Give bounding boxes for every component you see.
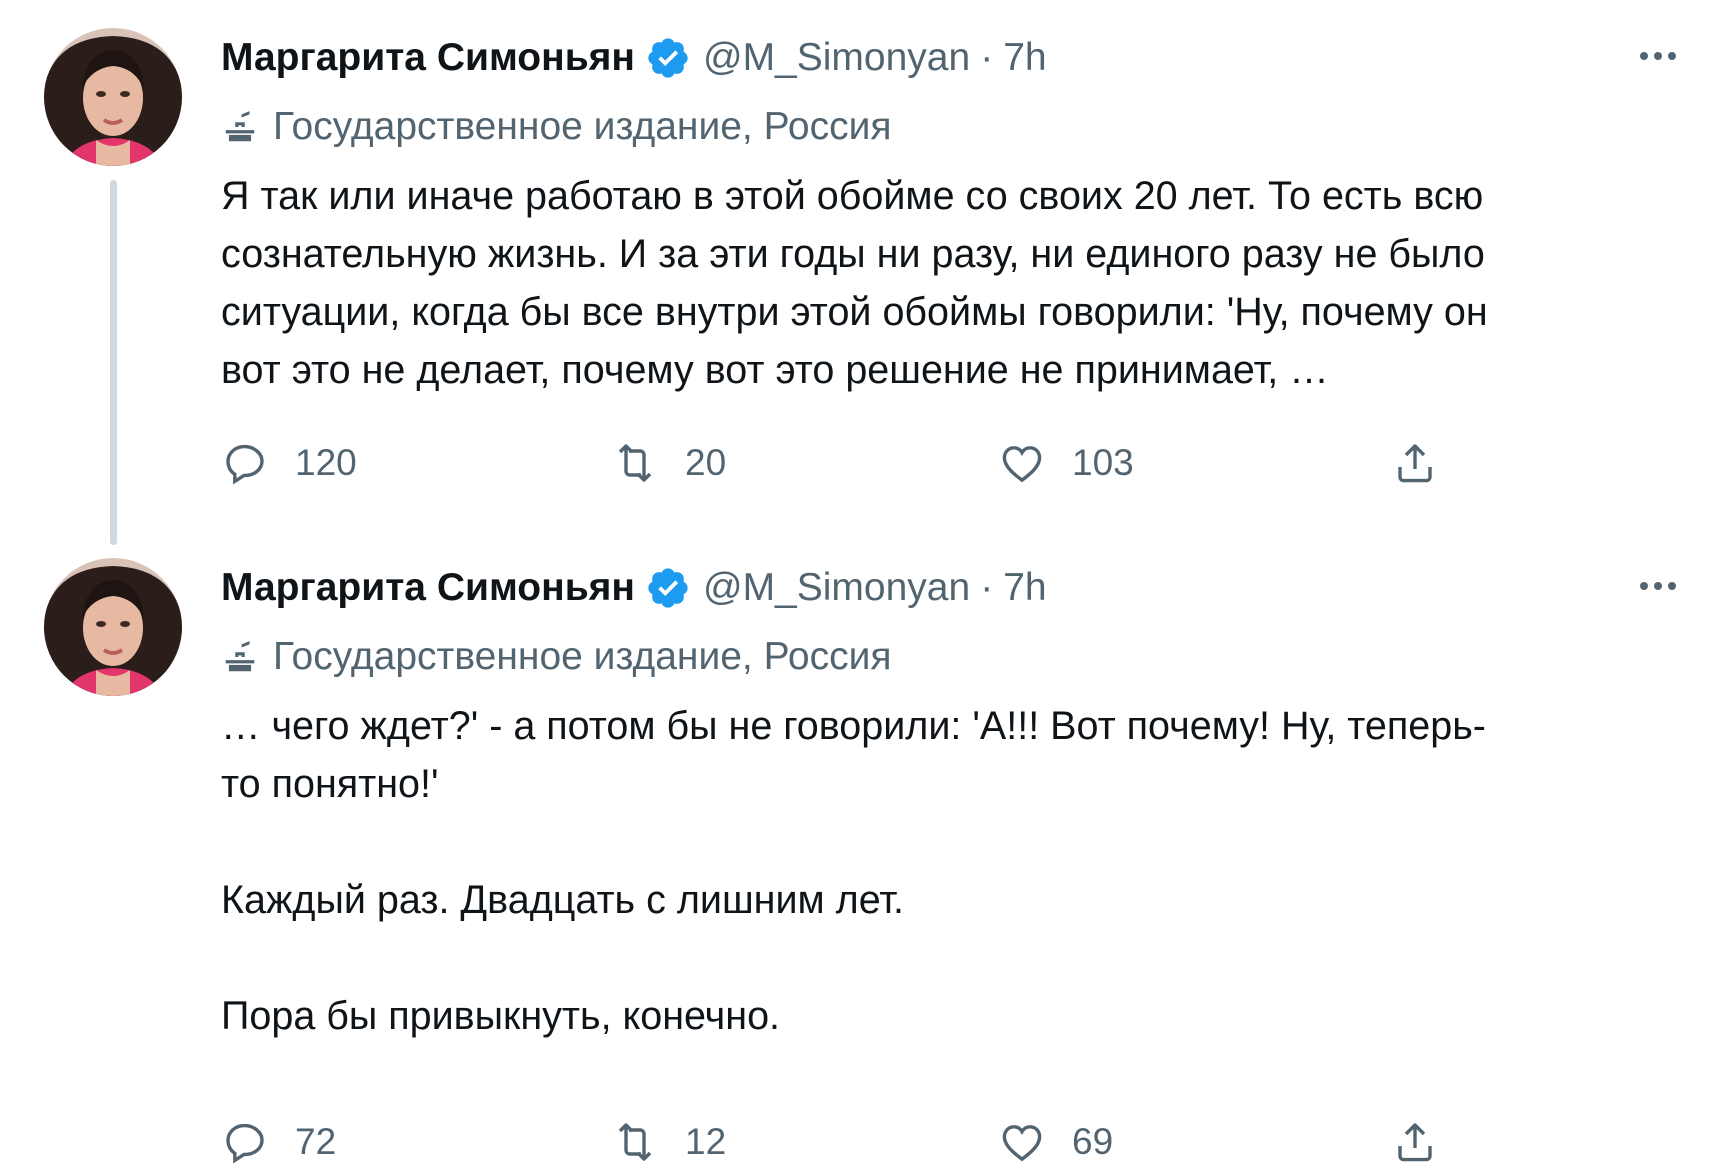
reply-icon [221,1118,269,1166]
state-media-podium-icon [221,638,259,676]
display-name[interactable]: Маргарита Симоньян [221,36,635,80]
tweet-text-line: сознательную жизнь. И за эти годы ни раз… [221,232,1485,276]
more-options-button[interactable] [1630,36,1686,76]
tweet[interactable]: Маргарита Симоньян @M_Simonyan · 7h Госу… [0,530,1732,1168]
state-media-podium-icon [221,108,259,146]
reply-button[interactable]: 120 [221,433,357,493]
tweet-header: Маргарита Симоньян @M_Simonyan · 7h [221,558,1047,618]
tweet-text-line: вот это не делает, почему вот это решени… [221,348,1329,392]
more-options-button[interactable] [1630,566,1686,606]
state-media-label[interactable]: Государственное издание, Россия [221,99,892,155]
more-horizontal-icon [1640,52,1648,60]
retweet-button[interactable]: 12 [611,1112,726,1172]
retweet-count: 12 [685,1121,727,1162]
tweet-text: … чего ждет?' - а потом бы не говорили: … [221,697,1701,1045]
more-dot [1654,52,1662,60]
profile-photo [44,558,182,696]
timestamp[interactable]: 7h [1003,566,1046,610]
retweet-button[interactable]: 20 [611,433,726,493]
handle[interactable]: @M_Simonyan [703,566,970,610]
avatar[interactable] [44,28,182,166]
thread-connector [110,180,117,545]
retweet-count: 20 [685,442,727,483]
more-dot [1654,582,1662,590]
separator: · [980,36,994,79]
more-dot [1668,52,1676,60]
heart-icon [998,439,1046,487]
state-media-label[interactable]: Государственное издание, Россия [221,629,892,685]
label-text: Государственное издание, Россия [273,635,892,678]
tweet-text-line: Каждый раз. Двадцать с лишним лет. [221,878,905,922]
like-button[interactable]: 69 [998,1112,1113,1172]
tweet-text-line: … чего ждет?' - а потом бы не говорили: … [221,704,1486,748]
reply-button[interactable]: 72 [221,1112,336,1172]
label-text: Государственное издание, Россия [273,105,892,148]
tweet-text-line: Я так или иначе работаю в этой обойме со… [221,174,1484,218]
tweet-text: Я так или иначе работаю в этой обойме со… [221,167,1701,399]
tweet-text-line: ситуации, когда бы все внутри этой обойм… [221,290,1488,334]
separator: · [980,566,994,609]
verified-badge-icon [645,565,691,611]
tweet[interactable]: Маргарита Симоньян @M_Simonyan · 7h Госу… [0,0,1732,560]
verified-badge-icon [645,35,691,81]
share-icon [1391,439,1439,487]
more-horizontal-icon [1640,582,1648,590]
share-button[interactable] [1391,1112,1439,1172]
heart-icon [998,1118,1046,1166]
retweet-icon [611,439,659,487]
tweet-actions: 72 12 69 [221,1112,1461,1172]
timestamp[interactable]: 7h [1003,36,1046,80]
tweet-header: Маргарита Симоньян @M_Simonyan · 7h [221,28,1047,88]
reply-icon [221,439,269,487]
like-count: 103 [1072,442,1134,483]
retweet-icon [611,1118,659,1166]
like-count: 69 [1072,1121,1114,1162]
tweet-actions: 120 20 103 [221,433,1461,493]
reply-count: 72 [295,1121,337,1162]
tweet-text-line: то понятно!' [221,762,439,806]
share-button[interactable] [1391,433,1439,493]
share-icon [1391,1118,1439,1166]
reply-count: 120 [295,442,357,483]
handle[interactable]: @M_Simonyan [703,36,970,80]
profile-photo [44,28,182,166]
tweet-text-line: Пора бы привыкнуть, конечно. [221,994,781,1038]
display-name[interactable]: Маргарита Симоньян [221,566,635,610]
like-button[interactable]: 103 [998,433,1134,493]
more-dot [1668,582,1676,590]
avatar[interactable] [44,558,182,696]
